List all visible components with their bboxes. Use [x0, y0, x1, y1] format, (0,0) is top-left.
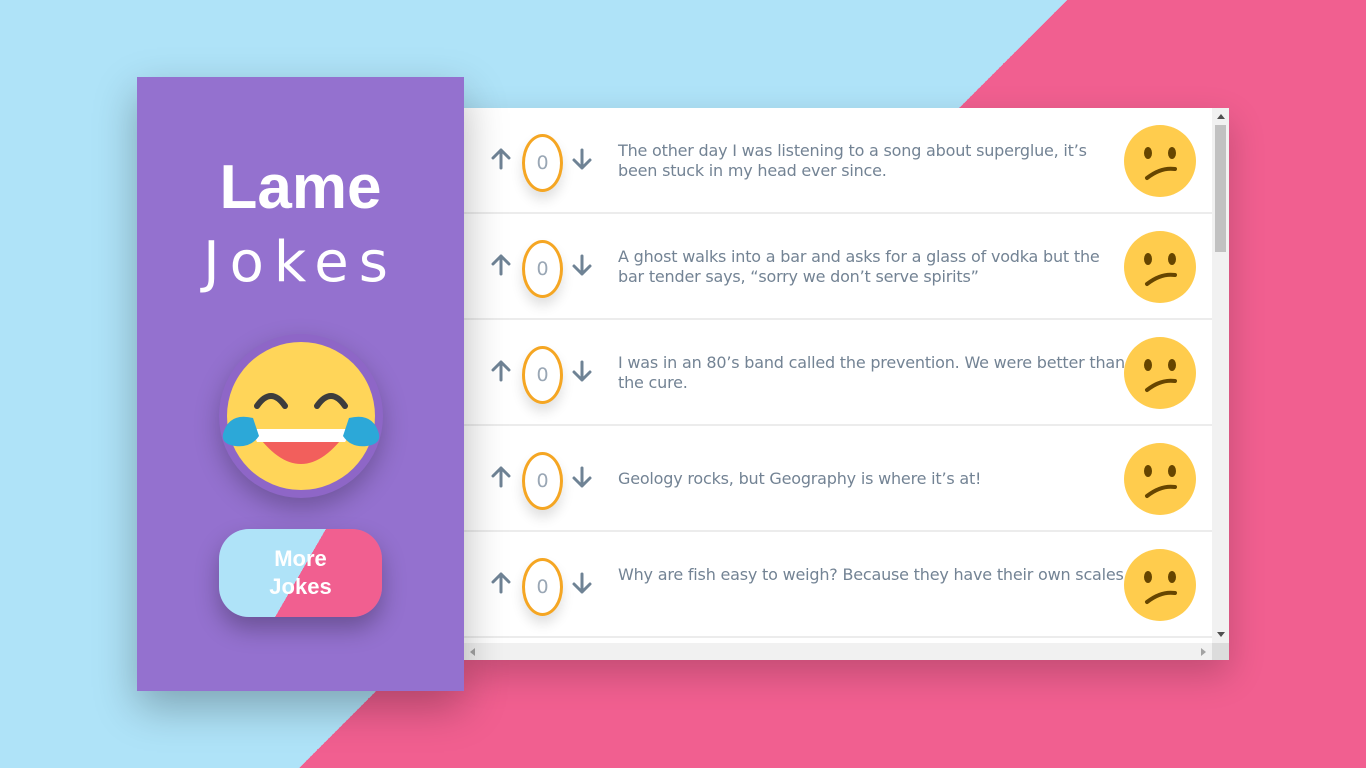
- arrow-up-icon[interactable]: [488, 146, 514, 172]
- joke-list[interactable]: 0 The other day I was listening to a son…: [464, 108, 1212, 643]
- joke-text: The other day I was listening to a song …: [618, 141, 1087, 180]
- sidebar: Lame Jokes More Jokes: [137, 77, 464, 691]
- joke-item: 0 I was in an 80’s band called the preve…: [464, 320, 1212, 426]
- arrow-up-icon[interactable]: [488, 570, 514, 596]
- arrow-down-icon[interactable]: [569, 464, 595, 490]
- joke-item: 0 The other day I was listening to a son…: [464, 108, 1212, 214]
- title-jokes: Jokes: [203, 230, 398, 295]
- scroll-right-icon[interactable]: [1201, 648, 1206, 656]
- arrow-down-icon[interactable]: [569, 252, 595, 278]
- more-jokes-label-line2: Jokes: [269, 574, 332, 599]
- joke-text: I was in an 80’s band called the prevent…: [618, 353, 1125, 392]
- joke-item: 0 Geology rocks, but Geography is where …: [464, 426, 1212, 532]
- scroll-down-icon[interactable]: [1217, 632, 1225, 637]
- joke-text: Geology rocks, but Geography is where it…: [618, 469, 982, 488]
- joke-score: 0: [522, 452, 563, 510]
- confused-face-icon: [1124, 337, 1196, 409]
- arrow-up-icon[interactable]: [488, 252, 514, 278]
- scroll-up-icon[interactable]: [1217, 114, 1225, 119]
- arrow-up-icon[interactable]: [488, 358, 514, 384]
- arrow-up-icon[interactable]: [488, 464, 514, 490]
- joke-score: 0: [522, 346, 563, 404]
- confused-face-icon: [1124, 125, 1196, 197]
- horizontal-scrollbar[interactable]: [464, 643, 1212, 660]
- arrow-down-icon[interactable]: [569, 570, 595, 596]
- vertical-scrollbar[interactable]: [1212, 108, 1229, 643]
- joke-score: 0: [522, 558, 563, 616]
- arrow-down-icon[interactable]: [569, 358, 595, 384]
- joke-score: 0: [522, 240, 563, 298]
- joke-text: A ghost walks into a bar and asks for a …: [618, 247, 1100, 286]
- joke-item: 0 Why are fish easy to weigh? Because th…: [464, 532, 1212, 638]
- joke-item: 0 A ghost walks into a bar and asks for …: [464, 214, 1212, 320]
- confused-face-icon: [1124, 231, 1196, 303]
- jokes-panel: 0 The other day I was listening to a son…: [464, 108, 1229, 660]
- arrow-down-icon[interactable]: [569, 146, 595, 172]
- confused-face-icon: [1124, 443, 1196, 515]
- title-lame: Lame: [219, 153, 382, 222]
- laughing-emoji-icon: [219, 334, 383, 498]
- joke-text: Why are fish easy to weigh? Because they…: [618, 565, 1129, 584]
- more-jokes-label-line1: More: [274, 546, 327, 571]
- scrollbar-thumb[interactable]: [1215, 125, 1226, 252]
- scrollbar-corner: [1212, 643, 1229, 660]
- confused-face-icon: [1124, 549, 1196, 621]
- joke-score: 0: [522, 134, 563, 192]
- scroll-left-icon[interactable]: [470, 648, 475, 656]
- more-jokes-button[interactable]: More Jokes: [219, 529, 382, 617]
